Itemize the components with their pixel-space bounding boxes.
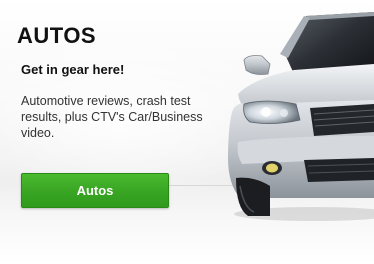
car-image — [228, 12, 374, 221]
ad-description: Automotive reviews, crash test results, … — [21, 94, 203, 140]
autos-ad-banner[interactable]: AUTOS Get in gear here! Automotive revie… — [0, 0, 374, 264]
ad-title: AUTOS — [17, 23, 97, 48]
autos-button[interactable]: Autos — [21, 173, 169, 208]
ad-tagline: Get in gear here! — [21, 62, 125, 77]
